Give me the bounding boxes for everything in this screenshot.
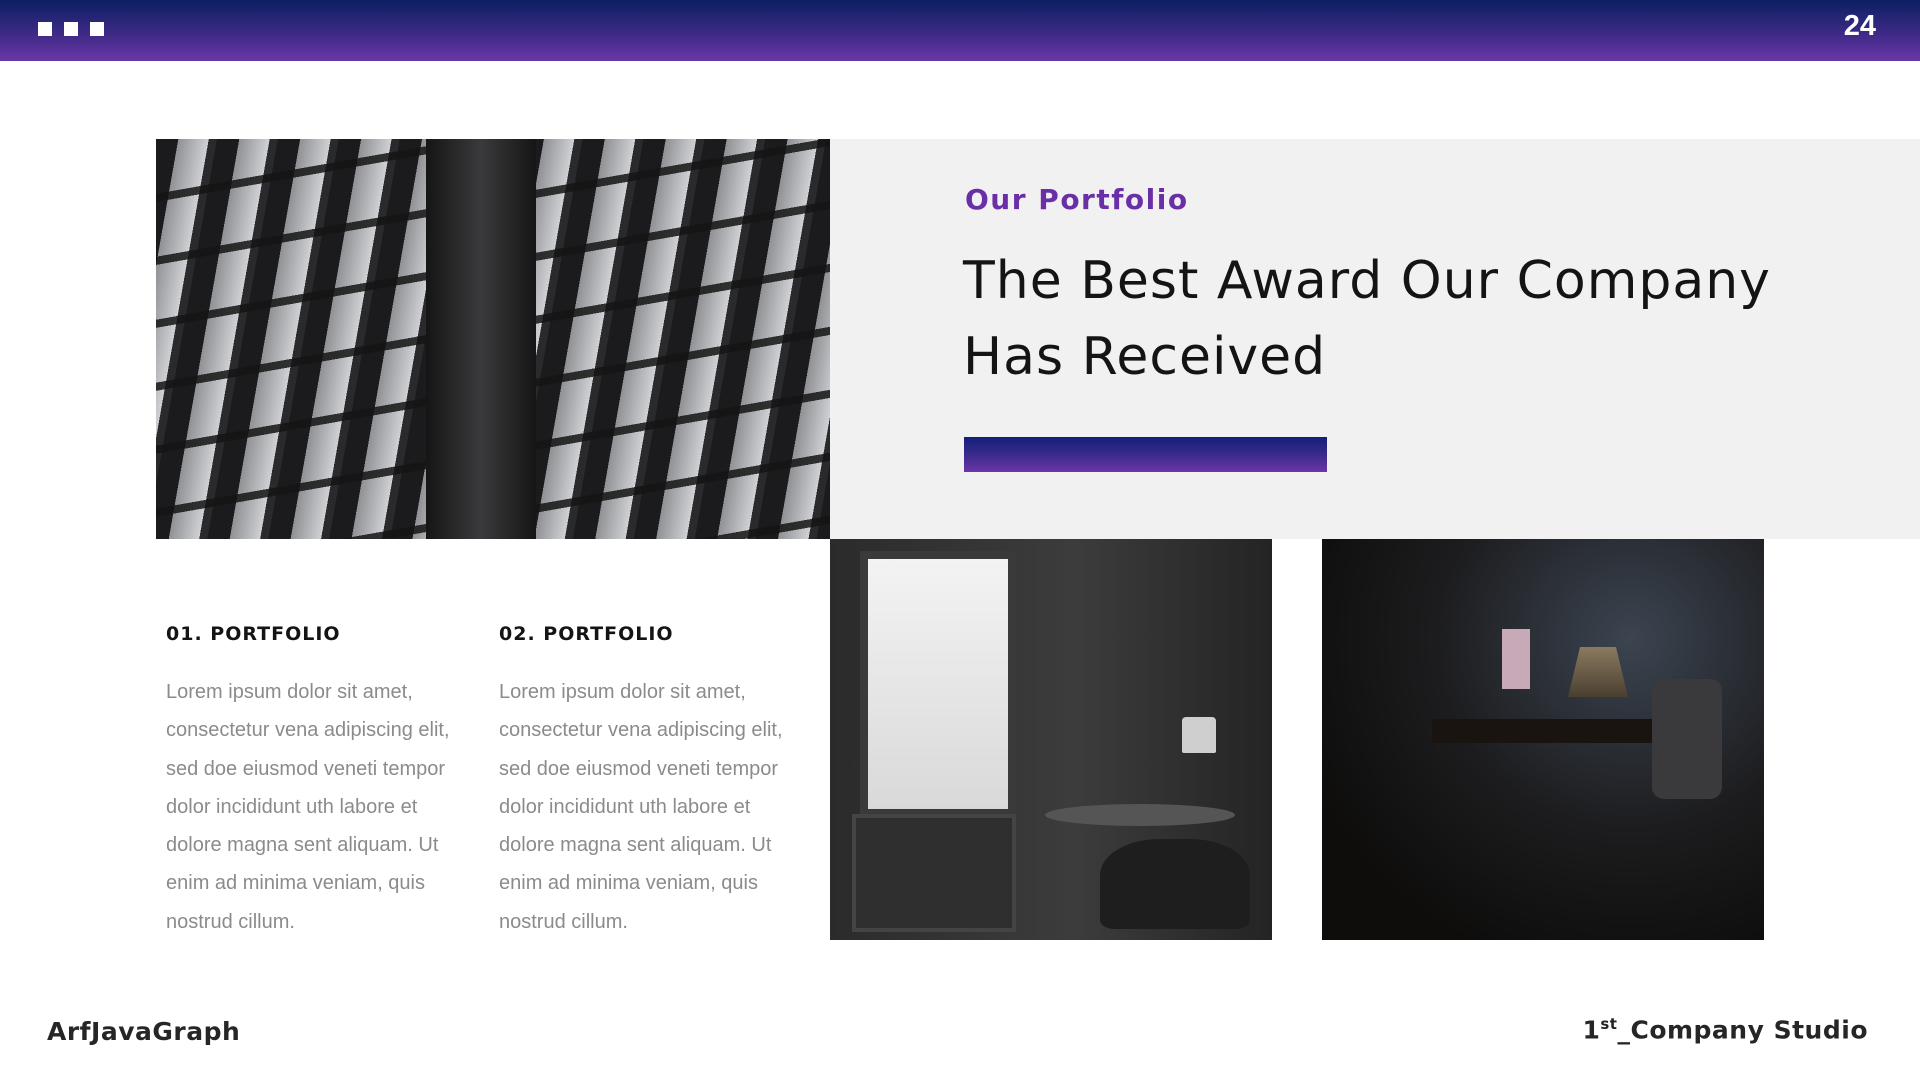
square-icon xyxy=(90,22,104,36)
desk-lamp-shape xyxy=(1568,647,1628,697)
building-photo xyxy=(156,139,830,539)
portfolio-1-body: Lorem ipsum dolor sit amet, consectetur … xyxy=(166,681,450,933)
accent-bar xyxy=(964,437,1327,472)
footer-studio-suffix: _Company Studio xyxy=(1617,1015,1868,1045)
section-eyebrow: Our Portfolio xyxy=(965,183,1189,216)
footer-brand: ArfJavaGraph xyxy=(47,1017,241,1046)
footer-studio-prefix: 1 xyxy=(1582,1015,1601,1045)
square-icon xyxy=(64,22,78,36)
desk-chair-shape xyxy=(1652,679,1722,799)
top-bar: 24 xyxy=(0,0,1920,61)
page-title: The Best Award Our Company Has Received xyxy=(963,251,1771,387)
footer-studio: 1st_Company Studio xyxy=(1582,1015,1868,1044)
lamp-shape xyxy=(1182,717,1216,753)
footer-studio-sup: st xyxy=(1600,1015,1618,1033)
table-shape xyxy=(1045,804,1235,826)
square-icon xyxy=(38,22,52,36)
monitor-shape xyxy=(1502,629,1530,689)
room-photo xyxy=(830,539,1272,940)
portfolio-1-title: 01. PORTFOLIO xyxy=(166,623,341,645)
page-number: 24 xyxy=(1843,10,1876,42)
chair-shape xyxy=(1100,839,1250,929)
desk-photo xyxy=(1322,539,1764,940)
portfolio-2-body: Lorem ipsum dolor sit amet, consectetur … xyxy=(499,681,783,933)
door-panel-shape xyxy=(852,814,1016,932)
portfolio-2-title: 02. PORTFOLIO xyxy=(499,623,674,645)
menu-squares-icon xyxy=(38,22,104,36)
window-shape xyxy=(860,551,1016,817)
